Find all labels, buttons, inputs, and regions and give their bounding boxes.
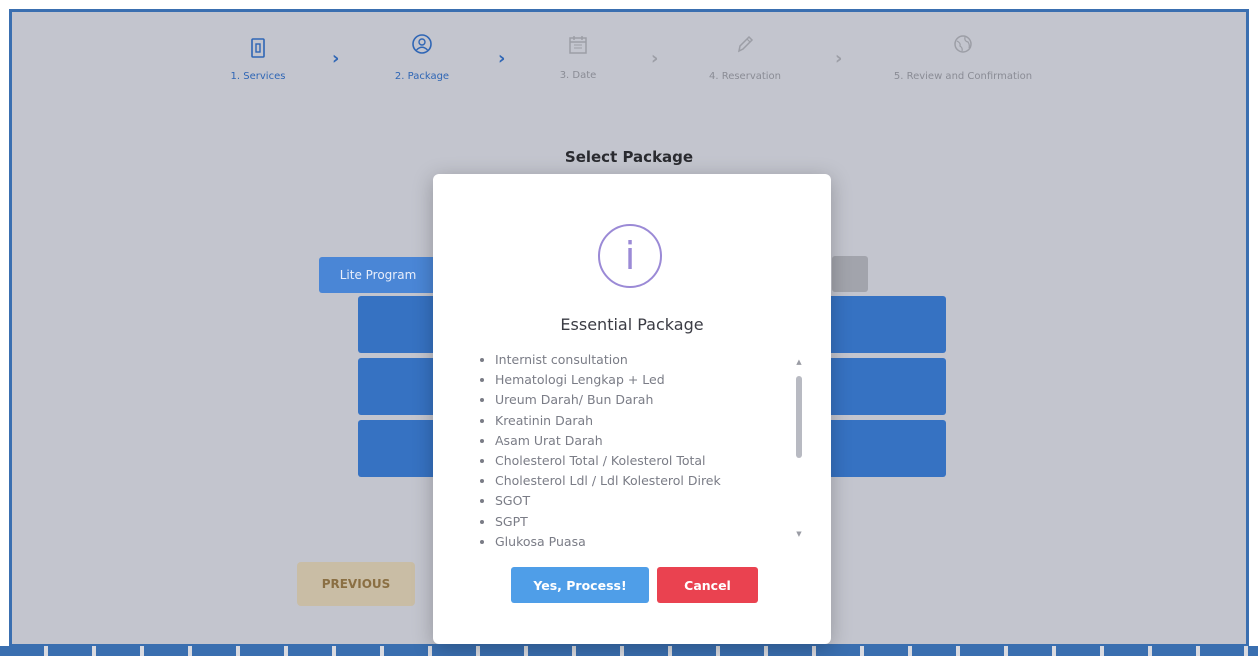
- scroll-down-arrow-icon[interactable]: ▼: [795, 530, 803, 538]
- previous-button[interactable]: PREVIOUS: [297, 562, 415, 606]
- calendar-icon: [569, 36, 587, 54]
- package-dialog: i Essential Package Internist consultati…: [433, 174, 831, 644]
- list-scrollbar[interactable]: ▲ ▼: [795, 358, 803, 538]
- step-reservation[interactable]: 4. Reservation: [665, 33, 825, 82]
- bottom-strip: [0, 646, 1258, 656]
- step-label: 4. Reservation: [708, 71, 782, 82]
- list-item: Internist consultation: [495, 350, 807, 370]
- step-label: 5. Review and Confirmation: [893, 71, 1033, 82]
- chevron-right-icon: ›: [651, 48, 659, 69]
- confirm-button[interactable]: Yes, Process!: [511, 567, 649, 603]
- tab-lite-program[interactable]: Lite Program: [319, 257, 437, 293]
- list-item: Ureum Darah/ Bun Darah: [495, 390, 807, 410]
- tab-secondary[interactable]: [832, 256, 868, 292]
- package-card[interactable]: [828, 296, 946, 353]
- list-item: SGOT: [495, 491, 807, 511]
- cancel-button[interactable]: Cancel: [657, 567, 758, 603]
- list-item: Cholesterol Total / Kolesterol Total: [495, 451, 807, 471]
- scrollbar-thumb[interactable]: [796, 376, 802, 458]
- list-item: Cholesterol Ldl / Ldl Kolesterol Direk: [495, 471, 807, 491]
- globe-icon: [954, 35, 972, 53]
- step-label: 3. Date: [559, 70, 597, 81]
- list-item: Asam Urat Darah: [495, 431, 807, 451]
- package-card[interactable]: [828, 420, 946, 477]
- info-icon: i: [598, 224, 662, 288]
- step-date[interactable]: 3. Date: [498, 34, 658, 81]
- list-item: Hematologi Lengkap + Led: [495, 370, 807, 390]
- package-items-list[interactable]: Internist consultation Hematologi Lengka…: [477, 350, 807, 546]
- step-review[interactable]: 5. Review and Confirmation: [883, 33, 1043, 82]
- package-card[interactable]: [358, 358, 438, 415]
- list-item: SGPT: [495, 512, 807, 532]
- scroll-up-arrow-icon[interactable]: ▲: [795, 358, 803, 366]
- list-item: Glukosa Puasa: [495, 532, 807, 546]
- dialog-title: Essential Package: [560, 315, 704, 334]
- document-icon: [251, 38, 265, 58]
- page-title: Select Package: [564, 148, 694, 166]
- step-services[interactable]: 1. Services: [178, 37, 338, 82]
- step-label: 2. Package: [394, 71, 450, 82]
- pencil-icon: [737, 35, 754, 53]
- step-package[interactable]: 2. Package: [342, 33, 502, 82]
- list-item: Kreatinin Darah: [495, 411, 807, 431]
- user-icon: [412, 34, 432, 54]
- package-card[interactable]: [828, 358, 946, 415]
- step-label: 1. Services: [230, 71, 286, 82]
- chevron-right-icon: ›: [332, 48, 340, 69]
- package-card[interactable]: [358, 420, 438, 477]
- package-card[interactable]: [358, 296, 438, 353]
- chevron-right-icon: ›: [835, 48, 843, 69]
